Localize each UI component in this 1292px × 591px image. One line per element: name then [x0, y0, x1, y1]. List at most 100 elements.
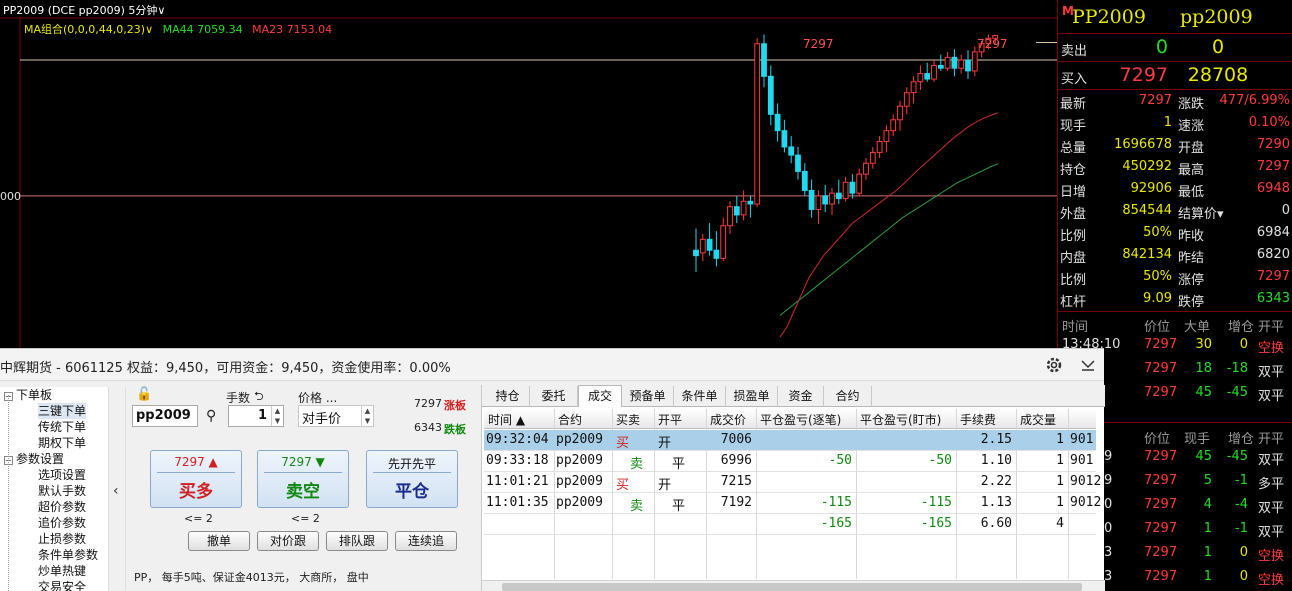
- column-header[interactable]: 平仓盈亏(逐笔): [760, 411, 841, 428]
- column-header[interactable]: 时间 ▲: [488, 411, 525, 428]
- tree-item[interactable]: 三键下单: [38, 403, 87, 419]
- follow-queue-button[interactable]: 排队跟: [326, 531, 388, 551]
- lots-label: 手数: [226, 391, 251, 405]
- tick-header-vol: 现手: [1184, 432, 1211, 447]
- tree-item[interactable]: 止损参数: [38, 531, 86, 547]
- buy-long-button[interactable]: 7297 ▲ 买多: [150, 450, 242, 508]
- tick-big: 18: [1195, 361, 1212, 376]
- quote-row: 日增 92906 最低 6948: [1058, 178, 1292, 200]
- tab[interactable]: 成交: [578, 385, 622, 407]
- cell-contract: pp2009: [556, 453, 603, 468]
- cell-volume: 4: [1056, 516, 1064, 531]
- tree-item[interactable]: 期权下单: [38, 435, 86, 451]
- candle-body: [842, 181, 849, 200]
- unlock-icon[interactable]: 🔓: [136, 387, 152, 402]
- cell-contract: pp2009: [556, 432, 603, 447]
- ask-row[interactable]: 卖出 0 0: [1058, 34, 1292, 62]
- sell-divider: [264, 472, 342, 473]
- table-row[interactable]: 11:01:21 pp2009 买 开 7215 2.22 1 9012: [484, 472, 1101, 493]
- follow-counter-button[interactable]: 对价跟: [257, 531, 319, 551]
- tab[interactable]: 条件单: [674, 386, 726, 407]
- tick-chg: -1: [1235, 473, 1248, 488]
- tree-item[interactable]: 条件单参数: [38, 547, 98, 563]
- price-mode-select[interactable]: 对手价 ▲ ▼: [298, 405, 374, 427]
- tab[interactable]: 损盈单: [726, 386, 778, 407]
- tab[interactable]: 合约: [824, 386, 872, 407]
- account-summary: 中辉期货 - 6061125 权益：9,450，可用资金：9,450，资金使用率…: [0, 361, 451, 376]
- ma-combo-selector[interactable]: MA组合(0,0,0,44,0,23)∨: [24, 23, 153, 36]
- chart-title[interactable]: PP2009 (DCE pp2009) 5分钟∨: [3, 2, 165, 18]
- cell-volume: 1: [1056, 432, 1064, 447]
- tick-chg: 0: [1239, 569, 1248, 584]
- lots-spin-icon[interactable]: ▲ ▼: [271, 406, 283, 426]
- column-header[interactable]: 合约: [558, 411, 582, 428]
- scrollbar-thumb[interactable]: [502, 583, 1082, 591]
- contract-code: PP2009: [1072, 6, 1146, 28]
- quote-row: 外盘 854544 结算价▾ 0: [1058, 200, 1292, 222]
- candle-body: [747, 200, 754, 205]
- tick-kind: 双平: [1258, 525, 1285, 540]
- quote-value: 477/6.99%: [1219, 93, 1291, 108]
- candle-body: [931, 64, 937, 80]
- quote-value: 6343: [1256, 291, 1290, 306]
- tick-kind: 双平: [1258, 365, 1285, 380]
- search-icon[interactable]: ⚲: [206, 408, 216, 424]
- grid-tabs: 持仓 委托 成交 预备单 条件单 损盈单 资金 合约: [482, 385, 1105, 407]
- price-label[interactable]: 价格 ...: [298, 389, 337, 406]
- tree-guide: [8, 395, 9, 591]
- tree-item[interactable]: 追价参数: [38, 515, 86, 531]
- quote-label: 日增: [1060, 185, 1087, 200]
- table-row[interactable]: 11:01:35 pp2009 卖 平 7192 -115 -115 1.13 1 9012: [484, 493, 1101, 514]
- sell-short-button[interactable]: 7297 ▼ 卖空: [257, 450, 349, 508]
- quote-divider: [1058, 311, 1292, 312]
- tree-item[interactable]: − 参数设置: [4, 451, 64, 467]
- table-row[interactable]: -165 -165 6.60 4: [484, 514, 1096, 535]
- candle-body: [808, 189, 815, 210]
- grid-scrollbar[interactable]: [482, 580, 1105, 591]
- candle-body: [788, 146, 795, 156]
- settings-tree[interactable]: − 下单板 三键下单 传统下单 期权下单 − 参数设置 选项设置 默认手数 超价参数 追价参数 止损参…: [0, 387, 108, 591]
- cell-volume: 1: [1056, 474, 1064, 489]
- table-row[interactable]: 09:33:18 pp2009 卖 平 6996 -50 -50 1.10 1 901: [484, 451, 1096, 472]
- gear-icon[interactable]: [1044, 355, 1064, 375]
- column-header[interactable]: 开平: [658, 411, 682, 428]
- cell-price: 7006: [720, 432, 752, 447]
- candle-body: [835, 192, 842, 200]
- tick-kind: 空换: [1258, 341, 1285, 356]
- cell-fee: 2.15: [980, 432, 1012, 447]
- column-header[interactable]: 成交价: [710, 411, 746, 428]
- tree-item[interactable]: 传统下单: [38, 419, 86, 435]
- bid-row[interactable]: 买入 7297 28708: [1058, 62, 1292, 90]
- tree-item[interactable]: − 下单板: [4, 387, 52, 403]
- close-position-button[interactable]: 先开先平 平仓: [366, 450, 458, 508]
- tree-item[interactable]: 超价参数: [38, 499, 86, 515]
- tab[interactable]: 持仓: [486, 386, 530, 407]
- tab[interactable]: 预备单: [622, 386, 674, 407]
- column-header[interactable]: 买卖: [616, 411, 640, 428]
- tree-item[interactable]: 交易安全: [38, 579, 86, 591]
- tick-chg: -4: [1235, 497, 1248, 512]
- collapse-icon[interactable]: [1078, 355, 1098, 375]
- column-header[interactable]: 成交量: [1020, 411, 1056, 428]
- quote-value: 7297: [1138, 93, 1172, 108]
- contract-input[interactable]: pp2009: [132, 405, 198, 427]
- tree-collapse-toggle[interactable]: ‹: [108, 387, 126, 591]
- column-header[interactable]: 手续费: [960, 411, 996, 428]
- tree-item[interactable]: 默认手数: [38, 483, 86, 499]
- price-spin-icon[interactable]: ▲ ▼: [361, 406, 373, 426]
- table-row[interactable]: 09:32:04 pp2009 买 开 7006 2.15 1 901: [484, 430, 1096, 451]
- fills-table[interactable]: 时间 ▲ 合约 买卖 开平 成交价 平仓盈亏(逐笔) 平仓盈亏(盯市) 手续费 成交量 09:32…: [484, 409, 1101, 579]
- column-header[interactable]: 平仓盈亏(盯市): [860, 411, 941, 428]
- tree-item-label: 默认手数: [38, 484, 87, 498]
- tree-item[interactable]: 炒单热键: [38, 563, 86, 579]
- candle-body: [815, 195, 822, 210]
- tab[interactable]: 资金: [778, 386, 824, 407]
- ma-legend[interactable]: MA组合(0,0,0,44,0,23)∨ MA44 7059.34 MA23 7…: [24, 21, 332, 37]
- tick-header-price: 价位: [1144, 432, 1171, 447]
- tab[interactable]: 委托: [530, 386, 578, 407]
- tree-item[interactable]: 选项设置: [38, 467, 86, 483]
- cancel-order-button[interactable]: 撤单: [188, 531, 250, 551]
- chase-button[interactable]: 连续追: [395, 531, 457, 551]
- lots-stepper[interactable]: 1 ▲ ▼: [228, 405, 284, 427]
- tick-header-big: 大单: [1184, 320, 1211, 335]
